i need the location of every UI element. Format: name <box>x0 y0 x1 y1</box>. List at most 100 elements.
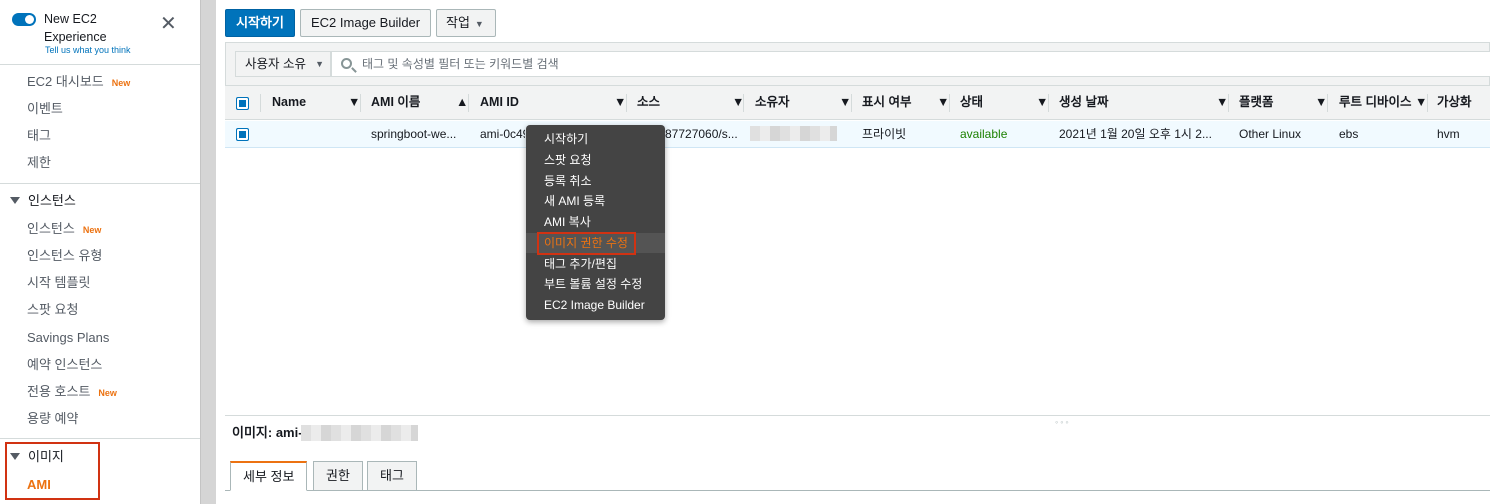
search-icon <box>341 58 352 69</box>
column-header-source[interactable]: 소스 <box>637 86 660 120</box>
column-separator <box>743 94 744 112</box>
detail-title: 이미지: ami- <box>232 425 303 440</box>
search-input[interactable]: 태그 및 속성별 필터 또는 키워드별 검색 <box>331 51 1490 77</box>
highlight-box-modify-permissions <box>537 232 636 255</box>
sidebar-item-spot-requests[interactable]: 스팟 요청 <box>27 301 78 319</box>
drag-handle-icon[interactable]: ◦◦◦ <box>1055 417 1071 427</box>
sort-icon[interactable]: ▼ <box>1315 86 1327 120</box>
column-header-name[interactable]: Name <box>272 86 306 120</box>
sidebar-item-tags[interactable]: 태그 <box>27 127 51 145</box>
column-separator <box>1048 94 1049 112</box>
sidebar-item-reserved-instances[interactable]: 예약 인스턴스 <box>27 356 102 374</box>
column-separator <box>851 94 852 112</box>
sidebar-scrollbar[interactable] <box>200 0 216 504</box>
new-experience-toggle[interactable] <box>12 13 36 26</box>
menu-item-register-new-ami[interactable]: 새 AMI 등록 <box>544 191 605 211</box>
sidebar-item-savings-plans[interactable]: Savings Plans <box>27 329 109 347</box>
cell-source: 87727060/s... <box>665 127 738 141</box>
cell-creation-date: 2021년 1월 20일 오후 1시 2... <box>1059 127 1212 141</box>
column-separator <box>360 94 361 112</box>
column-header-creation-date[interactable]: 생성 날짜 <box>1059 86 1108 120</box>
sidebar-item-limits[interactable]: 제한 <box>27 154 51 172</box>
column-separator <box>949 94 950 112</box>
search-placeholder: 태그 및 속성별 필터 또는 키워드별 검색 <box>362 57 559 71</box>
column-separator <box>1228 94 1229 112</box>
sidebar-divider <box>0 64 200 65</box>
sidebar-item-instances[interactable]: 인스턴스 New <box>27 220 101 238</box>
menu-item-spot-request[interactable]: 스팟 요청 <box>544 150 592 170</box>
caret-down-icon: ▼ <box>474 19 484 29</box>
tab-permissions[interactable]: 권한 <box>313 461 363 491</box>
cell-virtualization: hvm <box>1437 127 1460 141</box>
menu-item-modify-boot-volume[interactable]: 부트 볼륨 설정 수정 <box>544 274 642 294</box>
sort-icon[interactable]: ▼ <box>1036 86 1048 120</box>
new-badge: New <box>82 225 102 235</box>
sidebar: New EC2 Experience Tell us what you thin… <box>0 0 200 504</box>
sidebar-divider <box>0 183 200 184</box>
cell-root-device: ebs <box>1339 127 1359 141</box>
menu-item-launch[interactable]: 시작하기 <box>544 129 588 149</box>
column-separator <box>1327 94 1328 112</box>
redacted-ami-id <box>301 425 418 441</box>
menu-item-deregister[interactable]: 등록 취소 <box>544 171 592 191</box>
row-checkbox[interactable] <box>236 128 249 141</box>
sort-icon[interactable]: ▼ <box>937 86 949 120</box>
cell-platform: Other Linux <box>1239 127 1302 141</box>
sidebar-item-capacity-reservations[interactable]: 용량 예약 <box>27 410 78 428</box>
new-experience-title: New EC2 Experience <box>44 12 107 44</box>
column-header-root-device[interactable]: 루트 디바이스 <box>1339 86 1411 120</box>
column-header-visibility[interactable]: 표시 여부 <box>862 86 911 120</box>
column-header-virtualization[interactable]: 가상화 <box>1437 86 1472 120</box>
sort-icon[interactable]: ▼ <box>839 86 851 120</box>
table-header: Name ▼ AMI 이름 ▲ AMI ID ▼ 소스 ▼ 소유자 ▼ 표시 여… <box>225 86 1490 120</box>
tab-tags[interactable]: 태그 <box>367 461 417 491</box>
column-separator <box>1427 94 1428 112</box>
sort-icon[interactable]: ▼ <box>1216 86 1228 120</box>
sort-ascending-icon[interactable]: ▲ <box>456 86 468 120</box>
caret-down-icon <box>10 197 20 204</box>
menu-item-ec2-image-builder[interactable]: EC2 Image Builder <box>544 295 645 315</box>
actions-button[interactable]: 작업 ▼ <box>436 9 496 37</box>
chevron-down-icon: ▼ <box>315 59 324 69</box>
redacted-owner <box>750 126 837 141</box>
context-menu: 시작하기 스팟 요청 등록 취소 새 AMI 등록 AMI 복사 이미지 권한 … <box>526 125 665 320</box>
column-separator <box>260 94 261 112</box>
cell-status: available <box>960 127 1008 141</box>
tab-details[interactable]: 세부 정보 <box>230 461 308 491</box>
sort-icon[interactable]: ▼ <box>348 86 360 120</box>
cell-ami-id: ami-0c49 <box>480 127 525 141</box>
select-all-checkbox[interactable] <box>236 97 249 110</box>
cell-ami-name: springboot-we... <box>371 127 457 141</box>
new-badge: New <box>98 388 117 398</box>
highlight-box-images <box>5 442 100 500</box>
column-separator <box>626 94 627 112</box>
sidebar-item-instance-types[interactable]: 인스턴스 유형 <box>27 247 102 265</box>
table-row[interactable]: springboot-we... ami-0c49 87727060/s... … <box>225 121 1490 148</box>
close-icon[interactable]: ✕ <box>160 14 177 34</box>
sidebar-item-dedicated-hosts[interactable]: 전용 호스트 New <box>27 383 117 401</box>
column-header-platform[interactable]: 플랫폼 <box>1239 86 1274 120</box>
sort-icon[interactable]: ▼ <box>614 86 626 120</box>
column-header-status[interactable]: 상태 <box>960 86 983 120</box>
new-badge: New <box>111 78 131 88</box>
feedback-link[interactable]: Tell us what you think <box>45 45 131 55</box>
column-header-owner[interactable]: 소유자 <box>755 86 790 120</box>
sidebar-item-launch-templates[interactable]: 시작 템플릿 <box>27 274 90 292</box>
image-builder-button[interactable]: EC2 Image Builder <box>300 9 431 37</box>
menu-item-add-edit-tags[interactable]: 태그 추가/편집 <box>544 254 617 274</box>
filter-bar: 사용자 소유 ▼ 태그 및 속성별 필터 또는 키워드별 검색 <box>225 42 1490 86</box>
launch-button[interactable]: 시작하기 <box>225 9 295 37</box>
panel-splitter[interactable] <box>225 415 1490 416</box>
sidebar-item-events[interactable]: 이벤트 <box>27 100 63 118</box>
cell-name <box>272 121 362 148</box>
sort-icon[interactable]: ▼ <box>1415 86 1427 120</box>
column-header-ami-id[interactable]: AMI ID <box>480 86 519 120</box>
sidebar-divider <box>0 438 200 439</box>
column-header-ami-name[interactable]: AMI 이름 <box>371 86 420 120</box>
sidebar-section-instances[interactable]: 인스턴스 <box>10 192 76 210</box>
owner-filter-select[interactable]: 사용자 소유 ▼ <box>235 51 331 77</box>
cell-visibility: 프라이빗 <box>862 127 907 141</box>
column-separator <box>468 94 469 112</box>
sidebar-item-ec2-dashboard[interactable]: EC2 대시보드 New <box>27 73 130 91</box>
menu-item-copy-ami[interactable]: AMI 복사 <box>544 212 591 232</box>
